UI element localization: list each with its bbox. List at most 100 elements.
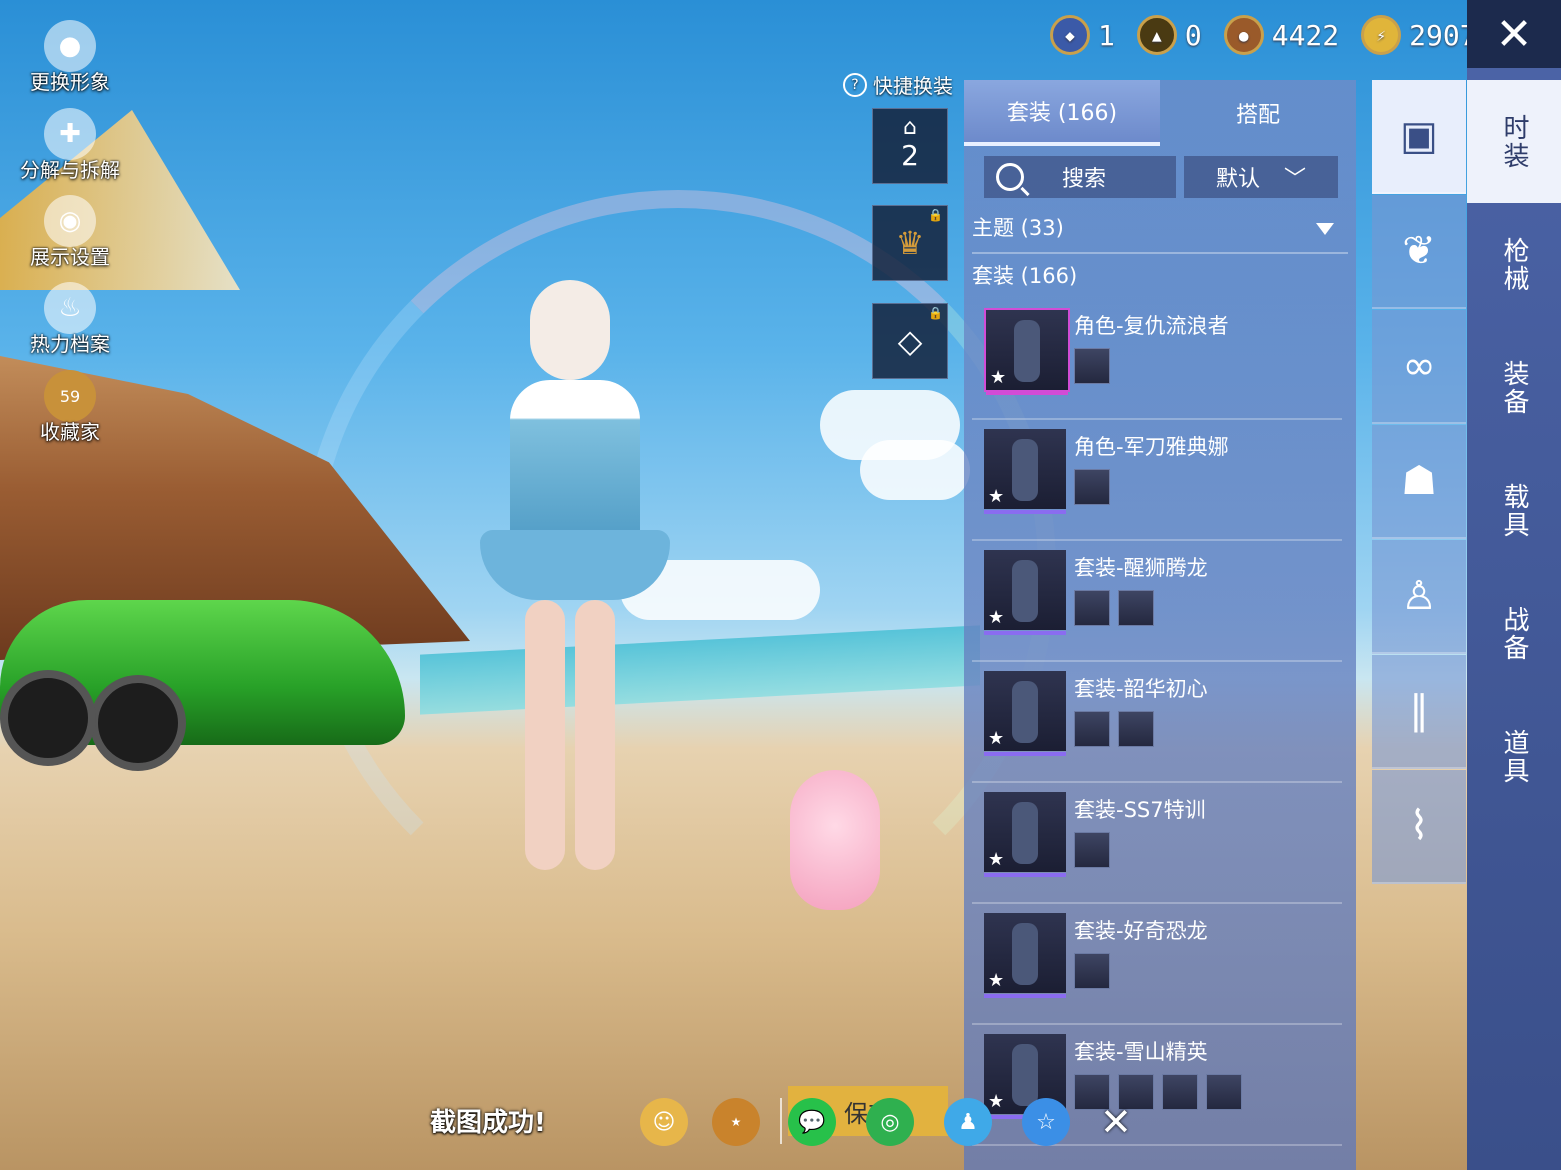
suit-part-thumbnail[interactable] (1074, 711, 1110, 747)
decompose-button[interactable]: ✚ 分解与拆解 (20, 108, 120, 183)
side-tab[interactable]: 载具 (1467, 449, 1561, 572)
side-tab[interactable]: 战备 (1467, 572, 1561, 695)
sports-car[interactable] (0, 600, 405, 771)
suit-name: 角色-复仇流浪者 (1074, 314, 1229, 338)
suit-part-thumbnail[interactable] (1118, 590, 1154, 626)
collector-label: 收藏家 (40, 420, 100, 444)
suit-list-item[interactable]: ★ 套装-韶华初心 (972, 663, 1342, 783)
search-input[interactable]: 搜索 (984, 156, 1176, 198)
hair-icon: ❦ (1402, 228, 1436, 274)
category-outfit[interactable]: ♙ (1372, 540, 1466, 654)
puzzle-icon: ✚ (44, 108, 96, 160)
outfit-icon: ♙ (1401, 573, 1437, 619)
decompose-label: 分解与拆解 (20, 158, 120, 182)
side-tab[interactable]: 装备 (1467, 326, 1561, 449)
player-character[interactable] (470, 280, 670, 900)
trophy-slot[interactable]: ♛ 🔒 (872, 205, 948, 281)
suit-name: 套装-SS7特训 (1074, 798, 1206, 822)
suit-figure (1012, 802, 1038, 864)
suit-part-thumbnail[interactable] (1074, 590, 1110, 626)
panel-tabs: 套装 (166) 搭配 (964, 80, 1356, 146)
side-tab[interactable]: 道具 (1467, 695, 1561, 818)
qq-share-icon[interactable]: ♟ (944, 1098, 992, 1146)
close-share-icon[interactable]: ✕ (1100, 1100, 1132, 1144)
diamond-icon: ◇ (897, 322, 923, 360)
display-settings-button[interactable]: ◉ 展示设置 (20, 195, 120, 270)
sort-value: 默认 (1215, 167, 1260, 192)
favorite-star-icon: ★ (988, 728, 1005, 749)
currency-badge[interactable]: ▲ 0 (1136, 15, 1202, 55)
wechat-share-icon[interactable]: 💬 (788, 1098, 836, 1146)
collector-button[interactable]: 59 收藏家 (20, 370, 120, 445)
pink-bird-pet[interactable] (790, 770, 880, 910)
suit-part-thumbnail[interactable] (1206, 1074, 1242, 1110)
side-tab[interactable]: 时装 (1467, 80, 1561, 203)
suit-list-item[interactable]: ★ 套装-醒狮腾龙 (972, 542, 1342, 662)
suit-part-thumbnail[interactable] (1118, 711, 1154, 747)
quick-change-text: 快捷换装 (873, 74, 953, 98)
suit-part-thumbnail[interactable] (1074, 469, 1110, 505)
suit-part-thumbnail[interactable] (1162, 1074, 1198, 1110)
side-tab[interactable]: 枪械 (1467, 203, 1561, 326)
suit-figure (1012, 681, 1038, 743)
currency-bronze[interactable]: ● 4422 (1223, 15, 1339, 55)
suit-figure (1012, 923, 1038, 985)
diamond-slot[interactable]: ◇ 🔒 (872, 303, 948, 379)
change-avatar-button[interactable]: ● 更换形象 (20, 20, 120, 95)
currency-bar: ◆ 1 ▲ 0 ● 4422 ⚡ 290773 (1050, 10, 1510, 60)
close-icon: ✕ (1495, 8, 1533, 60)
rarity-bar (984, 873, 1066, 877)
suit-figure (1012, 1044, 1038, 1106)
flame-icon: ♨ (44, 282, 96, 334)
glasses-icon: ∞ (1402, 343, 1436, 389)
theme-section-header[interactable]: 主题 (33) (972, 212, 1064, 242)
close-button[interactable]: ✕ (1467, 0, 1561, 68)
dropdown-triangle-icon[interactable] (1316, 223, 1334, 235)
currency-token[interactable]: ◆ 1 (1050, 15, 1115, 55)
bronze-coin-icon: ● (1223, 15, 1264, 55)
category-mask[interactable]: ☗ (1372, 425, 1466, 539)
character-leg (575, 600, 615, 870)
collector-badge-icon: 59 (44, 370, 96, 422)
suit-part-thumbnail[interactable] (1074, 953, 1110, 989)
suit-figure (1012, 439, 1038, 501)
suit-list-item[interactable]: ★ 角色-复仇流浪者 (972, 300, 1342, 420)
suit-list-item[interactable]: ★ 套装-SS7特训 (972, 784, 1342, 904)
category-pants[interactable]: ∥ (1372, 655, 1466, 769)
category-hat-box[interactable]: ▣ (1372, 80, 1466, 194)
qzone-share-icon[interactable]: ☆ (1022, 1098, 1070, 1146)
category-glasses[interactable]: ∞ (1372, 310, 1466, 424)
rarity-bar (986, 391, 1068, 395)
suit-list-item[interactable]: ★ 角色-军刀雅典娜 (972, 421, 1342, 541)
bolt-coin-icon: ⚡ (1361, 15, 1402, 55)
quick-outfit-slot[interactable]: ⌂ 2 (872, 108, 948, 184)
slot-number: 2 (901, 138, 919, 172)
favorite-star-icon: ★ (988, 849, 1005, 870)
suit-part-thumbnail[interactable] (1074, 348, 1110, 384)
suit-name: 套装-韶华初心 (1074, 677, 1208, 701)
suit-name: 角色-军刀雅典娜 (1074, 435, 1229, 459)
side-tab-column: 时装 枪械 装备 载具 战备 道具 (1467, 68, 1561, 1170)
avatar-icon: ● (44, 20, 96, 72)
rarity-bar (984, 752, 1066, 756)
suit-name: 套装-醒狮腾龙 (1074, 556, 1208, 580)
tab-match[interactable]: 搭配 (1160, 80, 1356, 146)
suit-thumbnail: ★ (984, 429, 1066, 514)
chevron-down-icon: ﹀ (1284, 167, 1307, 192)
category-shoes[interactable]: ⌇ (1372, 770, 1466, 884)
game-friends-share-icon[interactable]: ☺ (640, 1098, 688, 1146)
peace-elite-share-icon[interactable]: ★ (712, 1098, 760, 1146)
heat-profile-button[interactable]: ♨ 热力档案 (20, 282, 120, 357)
tab-suits[interactable]: 套装 (166) (964, 80, 1160, 146)
suit-part-thumbnail[interactable] (1074, 832, 1110, 868)
favorite-star-icon: ★ (988, 970, 1005, 991)
quick-change-label[interactable]: ? 快捷换装 (843, 70, 953, 99)
category-hair[interactable]: ❦ (1372, 195, 1466, 309)
favorite-star-icon: ★ (990, 367, 1007, 388)
moments-share-icon[interactable]: ◎ (866, 1098, 914, 1146)
character-leg (525, 600, 565, 870)
heat-profile-label: 热力档案 (30, 332, 110, 356)
suit-list-item[interactable]: ★ 套装-好奇恐龙 (972, 905, 1342, 1025)
sort-select[interactable]: 默认 ﹀ (1184, 156, 1338, 198)
badge-coin-icon: ▲ (1136, 15, 1177, 55)
